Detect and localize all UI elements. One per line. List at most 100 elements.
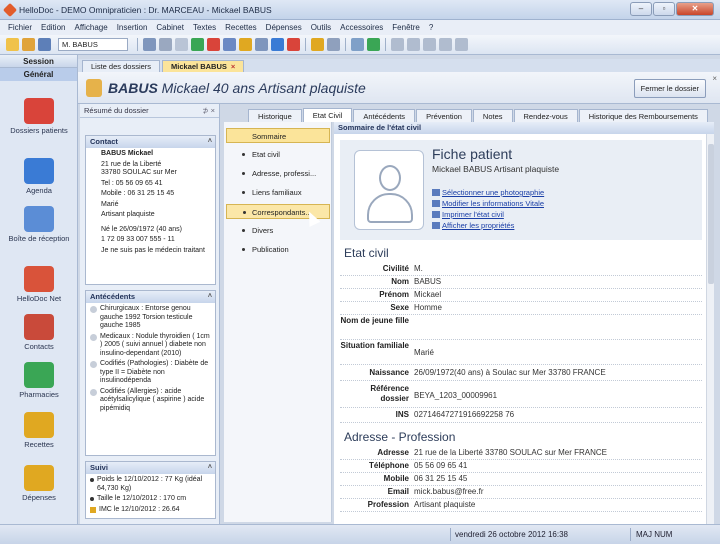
chart-icon[interactable] xyxy=(239,38,252,51)
close-tab-icon[interactable]: × xyxy=(231,62,235,71)
close-folder-button[interactable]: Fermer le dossier xyxy=(633,79,706,98)
collapse-icon[interactable]: ˄ xyxy=(208,462,212,474)
sidebar-item-recettes[interactable]: Recettes xyxy=(0,412,78,449)
antecedents-card-header[interactable]: Antécédents ˄ xyxy=(86,291,215,303)
preview-icon[interactable] xyxy=(159,38,172,51)
sommaire-item-publication[interactable]: Publication xyxy=(226,242,330,257)
grid-icon[interactable] xyxy=(407,38,420,51)
layout-icon[interactable] xyxy=(351,38,364,51)
patient-icon xyxy=(86,78,102,97)
sidebar-item-inbox[interactable]: Boîte de réception xyxy=(0,206,78,243)
contact-title: Contact xyxy=(90,137,118,146)
toolbar: M. BABUS xyxy=(0,35,720,55)
print-icon[interactable] xyxy=(143,38,156,51)
tab-etat-civil[interactable]: Etat Civil xyxy=(302,108,353,122)
sommaire-item-etat-civil[interactable]: Etat civil xyxy=(226,147,330,162)
menu-edition[interactable]: Edition xyxy=(41,23,65,32)
table-row: Profession Artisant plaquiste xyxy=(340,500,702,512)
tab-patient[interactable]: Mickael BABUS × xyxy=(162,60,245,72)
menu-help[interactable]: ? xyxy=(429,23,433,32)
tab-historique-remboursements[interactable]: Historique des Remboursements xyxy=(578,109,708,122)
menu-cabinet[interactable]: Cabinet xyxy=(156,23,184,32)
sidebar-item-pharmacies[interactable]: Pharmacies xyxy=(0,362,78,399)
save-icon[interactable] xyxy=(38,38,51,51)
sidebar-item-dossiers[interactable]: Dossiers patients xyxy=(0,98,78,135)
menu-textes[interactable]: Textes xyxy=(193,23,216,32)
grid-icon[interactable] xyxy=(439,38,452,51)
open-folder-icon[interactable] xyxy=(22,38,35,51)
select-photo-link[interactable]: Sélectionner une photographie xyxy=(432,188,544,197)
etat-civil-content: Sommaire de l'état civil Fiche patient M… xyxy=(334,122,714,524)
close-icon[interactable]: × xyxy=(712,74,717,83)
green-icon[interactable] xyxy=(367,38,380,51)
menu-depenses[interactable]: Dépenses xyxy=(266,23,302,32)
menu-insertion[interactable]: Insertion xyxy=(117,23,148,32)
collapse-icon[interactable]: ˄ xyxy=(208,136,212,148)
photo-icon xyxy=(432,189,440,196)
new-icon[interactable] xyxy=(6,38,19,51)
sommaire-item-liens-familiaux[interactable]: Liens familiaux xyxy=(226,185,330,200)
antecedent-text: Codifiés (Pathologies) : Diabète de type… xyxy=(100,360,209,384)
graph-icon[interactable] xyxy=(311,38,324,51)
patient-photo-placeholder[interactable] xyxy=(354,150,424,230)
menu-fichier[interactable]: Fichier xyxy=(8,23,32,32)
field-label: Nom xyxy=(391,277,409,286)
sommaire-item-adresse[interactable]: Adresse, professi... xyxy=(226,166,330,181)
tab-rendez-vous[interactable]: Rendez-vous xyxy=(513,109,578,122)
maximize-button[interactable]: ▫ xyxy=(653,2,675,16)
contact-card-header[interactable]: Contact ˄ xyxy=(86,136,215,148)
menu-recettes[interactable]: Recettes xyxy=(225,23,257,32)
sommaire-item-label: Divers xyxy=(252,226,274,235)
sidebar-group[interactable]: Général xyxy=(0,68,77,81)
tab-liste-dossiers[interactable]: Liste des dossiers xyxy=(82,60,161,72)
patient-combo[interactable]: M. BABUS xyxy=(58,38,128,51)
list-icon[interactable] xyxy=(255,38,268,51)
tab-prevention[interactable]: Prévention xyxy=(416,109,472,122)
suivi-card-header[interactable]: Suivi ˄ xyxy=(86,462,215,474)
contact-tel: Tel : 05 56 09 65 41 xyxy=(101,179,163,187)
suivi-card: Suivi ˄ Poids le 12/10/2012 : 77 Kg (idéa… xyxy=(85,461,216,519)
print-etat-civil-link[interactable]: Imprimer l'état civil xyxy=(432,210,504,219)
modify-vitale-link[interactable]: Modifier les informations Vitale xyxy=(432,199,544,208)
menu-fenetre[interactable]: Fenêtre xyxy=(392,23,420,32)
bullet-icon xyxy=(242,248,245,251)
etat-civil-heading: Etat civil xyxy=(344,246,389,260)
tab-antecedents[interactable]: Antécédents xyxy=(353,109,416,122)
table-icon[interactable] xyxy=(327,38,340,51)
sommaire-item-divers[interactable]: Divers xyxy=(226,223,330,238)
sidebar-item-hellodoc-net[interactable]: HelloDoc Net xyxy=(0,266,78,303)
zoom-icon[interactable] xyxy=(271,38,284,51)
grid-icon[interactable] xyxy=(423,38,436,51)
grid-icon[interactable] xyxy=(391,38,404,51)
bullet-icon xyxy=(90,497,94,501)
menu-accessoires[interactable]: Accessoires xyxy=(340,23,383,32)
minimize-button[interactable]: – xyxy=(630,2,652,16)
sidebar-item-agenda[interactable]: Agenda xyxy=(0,158,78,195)
undo-icon[interactable] xyxy=(175,38,188,51)
status-bar: vendredi 26 octobre 2012 16:38 MAJ NUM xyxy=(0,524,720,544)
sommaire-item-label: Adresse, professi... xyxy=(252,169,317,178)
alert-icon[interactable] xyxy=(207,38,220,51)
menu-affichage[interactable]: Affichage xyxy=(74,23,107,32)
panel-pin-close-icon[interactable]: ⊅ × xyxy=(202,104,215,118)
tab-notes[interactable]: Notes xyxy=(472,109,513,122)
patient-folder-icon xyxy=(24,98,54,124)
list-item: Codifiés (Pathologies) : Diabète de type… xyxy=(90,360,211,386)
window-title: HelloDoc - DEMO Omnipraticien : Dr. MARC… xyxy=(19,4,272,15)
grid-icon[interactable] xyxy=(455,38,468,51)
sidebar-item-depenses[interactable]: Dépenses xyxy=(0,465,78,502)
search-icon[interactable] xyxy=(223,38,236,51)
sidebar-item-contacts[interactable]: Contacts xyxy=(0,314,78,351)
tools-icon[interactable] xyxy=(191,38,204,51)
content-scrollbar[interactable] xyxy=(706,134,714,524)
menu-outils[interactable]: Outils xyxy=(311,23,331,32)
scrollbar-thumb[interactable] xyxy=(708,144,714,284)
close-window-button[interactable]: ✕ xyxy=(676,2,714,16)
show-properties-link[interactable]: Afficher les propriétés xyxy=(432,221,514,230)
stop-icon[interactable] xyxy=(287,38,300,51)
collapse-icon[interactable]: ˄ xyxy=(208,291,212,303)
field-label: Email xyxy=(387,487,409,496)
sommaire-title[interactable]: Sommaire xyxy=(226,128,330,143)
status-separator xyxy=(450,528,451,541)
tab-historique[interactable]: Historique xyxy=(248,109,302,122)
